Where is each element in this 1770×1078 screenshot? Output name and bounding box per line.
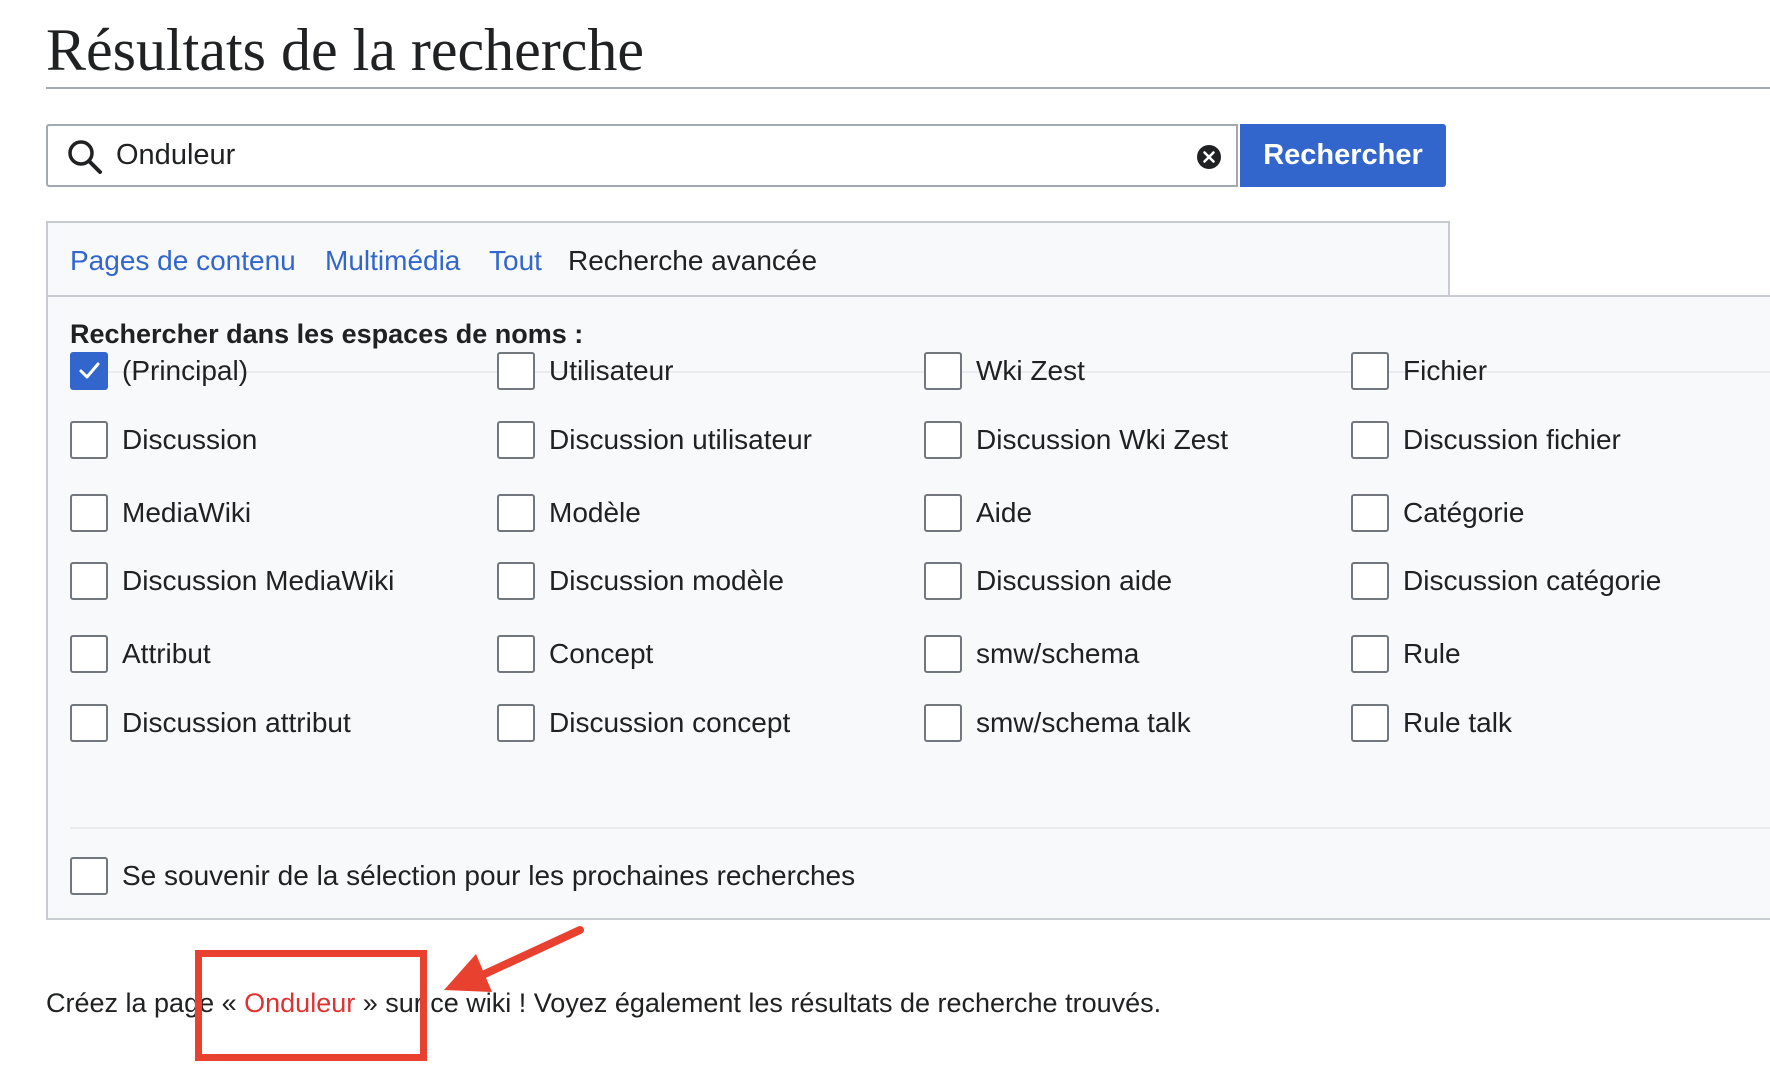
- checkmark-icon: [79, 362, 100, 379]
- namespace-label: Discussion catégorie: [1403, 565, 1662, 596]
- namespace-label: Discussion aide: [976, 565, 1173, 596]
- namespace-label: MediaWiki: [122, 497, 252, 528]
- namespace-checkbox[interactable]: [924, 421, 962, 459]
- namespace-checkbox[interactable]: [924, 635, 962, 673]
- namespace-label: Discussion modèle: [549, 565, 784, 596]
- search-profile-tabs: Pages de contenu Multimédia Tout Recherc…: [46, 221, 1450, 297]
- annotation-arrow-icon: [436, 924, 586, 1009]
- namespace-label: Modèle: [549, 497, 641, 528]
- namespace-label: (Principal): [122, 355, 249, 386]
- namespace-checkbox[interactable]: [1351, 494, 1389, 532]
- search-icon: [66, 138, 104, 176]
- namespace-label: Discussion concept: [549, 707, 791, 738]
- namespace-checkbox[interactable]: [1351, 352, 1389, 390]
- tab-advanced-search: Recherche avancée: [568, 245, 818, 276]
- namespace-checkbox[interactable]: [70, 635, 108, 673]
- remember-selection-checkbox[interactable]: [70, 857, 108, 895]
- remember-selection-label: Se souvenir de la sélection pour les pro…: [122, 860, 856, 891]
- title-divider: [46, 87, 1770, 89]
- namespace-checkbox[interactable]: [497, 635, 535, 673]
- namespace-checkbox[interactable]: [70, 352, 108, 390]
- search-input[interactable]: [116, 126, 1116, 185]
- namespace-checkbox[interactable]: [70, 421, 108, 459]
- namespace-label: smw/schema talk: [976, 707, 1191, 738]
- tab-content-pages[interactable]: Pages de contenu: [70, 245, 296, 277]
- namespace-checkbox[interactable]: [924, 352, 962, 390]
- advanced-search-panel: Rechercher dans les espaces de noms : (P…: [46, 295, 1770, 920]
- namespace-checkbox[interactable]: [1351, 562, 1389, 600]
- namespace-label: Discussion MediaWiki: [122, 565, 395, 596]
- namespace-checkbox[interactable]: [924, 494, 962, 532]
- namespace-checkbox[interactable]: [70, 562, 108, 600]
- namespace-label: Rule: [1403, 638, 1461, 669]
- namespace-heading: Rechercher dans les espaces de noms :: [70, 319, 584, 349]
- page-title: Résultats de la recherche: [46, 17, 645, 83]
- namespace-checkbox[interactable]: [497, 562, 535, 600]
- namespace-label: Discussion: [122, 424, 258, 455]
- namespace-label: Aide: [976, 497, 1033, 528]
- namespace-label: Attribut: [122, 638, 211, 669]
- namespace-checkbox[interactable]: [1351, 704, 1389, 742]
- namespace-checkbox[interactable]: [497, 704, 535, 742]
- namespace-label: Utilisateur: [549, 355, 674, 386]
- namespace-label: Discussion utilisateur: [549, 424, 812, 455]
- namespace-label: Fichier: [1403, 355, 1488, 386]
- namespace-label: smw/schema: [976, 638, 1140, 669]
- namespace-label: Concept: [549, 638, 654, 669]
- namespace-checkbox[interactable]: [497, 421, 535, 459]
- namespace-label: Discussion fichier: [1403, 424, 1621, 455]
- clear-icon[interactable]: [1196, 144, 1222, 170]
- namespace-label: Discussion attribut: [122, 707, 351, 738]
- panel-divider: [70, 827, 1770, 829]
- namespace-label: Rule talk: [1403, 707, 1512, 738]
- namespace-checkbox[interactable]: [924, 704, 962, 742]
- tab-all[interactable]: Tout: [489, 245, 542, 277]
- namespace-checkbox[interactable]: [70, 704, 108, 742]
- search-box[interactable]: [46, 124, 1238, 187]
- panel-divider: [70, 371, 1770, 373]
- namespace-checkbox[interactable]: [1351, 635, 1389, 673]
- annotation-highlight-box: [195, 950, 427, 1061]
- namespace-checkbox[interactable]: [1351, 421, 1389, 459]
- namespace-checkbox[interactable]: [497, 494, 535, 532]
- search-button[interactable]: Rechercher: [1240, 124, 1446, 187]
- namespace-label: Catégorie: [1403, 497, 1525, 528]
- namespace-label: Discussion Wki Zest: [976, 424, 1229, 455]
- tab-multimedia[interactable]: Multimédia: [325, 245, 460, 277]
- namespace-checkbox[interactable]: [924, 562, 962, 600]
- namespace-label: Wki Zest: [976, 355, 1085, 386]
- namespace-checkbox[interactable]: [497, 352, 535, 390]
- namespace-checkbox[interactable]: [70, 494, 108, 532]
